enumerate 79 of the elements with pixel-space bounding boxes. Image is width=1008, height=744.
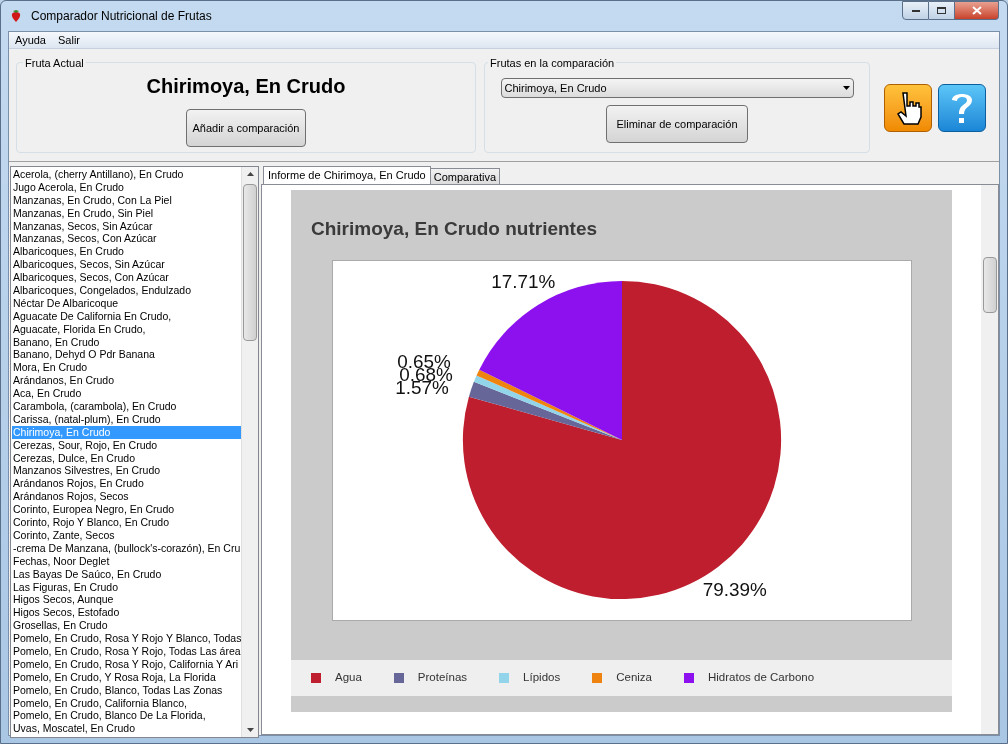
list-item[interactable]: Mora, En Crudo [12,361,241,375]
list-item[interactable]: Pomelo, En Crudo, Y Rosa Roja, La Florida [12,670,241,684]
list-item[interactable]: Grosellas, En Crudo [12,619,241,633]
scroll-down-icon[interactable] [246,728,254,732]
list-item[interactable]: Pomelo, En Crudo, Rosa Y Rojo, California Y Ari [12,657,241,671]
list-item[interactable]: Fechas, Noor Deglet [12,554,241,568]
hand-pointer-icon[interactable] [884,83,932,132]
scrollbar-thumb[interactable] [243,184,257,341]
scrollbar[interactable] [241,167,258,737]
comparison-dropdown[interactable]: Chirimoya, En Crudo [500,78,854,98]
list-item[interactable]: Pomelo, En Crudo, Blanco De La Florida, [12,709,241,723]
legend-label: Agua [335,670,362,686]
list-item[interactable]: Pomelo, En Crudo, Rosa Y Rojo, Todas Las área [12,644,241,658]
list-item[interactable]: Manzanas, En Crudo, Sin Piel [12,206,241,220]
minimize-button[interactable] [902,1,929,20]
list-item[interactable]: Néctar De Albaricoque [12,296,241,310]
list-item[interactable]: Arándanos, En Crudo [12,374,241,388]
add-button[interactable]: Añadir a comparación [186,109,306,147]
list-item[interactable]: Aguacate, Florida En Crudo, [12,322,241,336]
list-item[interactable]: Acerola, (cherry Antillano), En Crudo [12,168,241,181]
list-item[interactable]: Corinto, Zante, Secos [12,528,241,542]
list-item[interactable]: Higos Secos, Estofado [12,606,241,620]
list-item[interactable]: -crema De Manzana, (bullock's-corazón), En Cru [12,541,241,555]
list-item[interactable]: Carambola, (carambola), En Crudo [12,400,241,413]
scrollbar[interactable] [981,185,998,734]
tab[interactable]: Informe de Chirimoya, En Crudo [263,166,431,184]
list-item[interactable]: Las Bayas De Saúco, En Crudo [12,567,241,581]
tab[interactable]: Comparativa [430,168,501,184]
list-item[interactable]: Pomelo, En Crudo, Rosa Y Rojo Y Blanco, Todas [12,632,241,645]
list-item[interactable]: Aguacate De California En Crudo, [12,309,241,323]
list-item[interactable]: Aca, En Crudo [12,387,241,401]
legend-label: Ceniza [616,670,652,686]
data-label: 79.39% [702,579,767,601]
list-item[interactable]: Las Figuras, En Crudo [12,580,241,594]
list-item[interactable]: Uvas, Moscatel, En Crudo [12,722,241,736]
current-fruit-name: Chirimoya, En Crudo [146,74,346,99]
list-item[interactable]: Manzanas, En Crudo, Con La Piel [12,193,241,207]
list-item[interactable]: Albaricoques, Congelados, Endulzado [12,284,241,297]
list-item[interactable]: Banano, En Crudo [12,335,241,349]
list-item[interactable]: Jugo Acerola, En Crudo [12,180,241,194]
list-item[interactable]: Corinto, Europea Negro, En Crudo [12,503,241,517]
window-title: Comparador Nutricional de Frutas [31,8,212,25]
list-item[interactable]: Albaricoques, Secos, Sin Azúcar [12,258,241,272]
close-button[interactable] [955,1,999,20]
list-item[interactable]: Higos Secos, Aunque [12,593,241,607]
legend-label: Proteínas [417,670,468,686]
list-item[interactable]: Pomelo, En Crudo, California Blanco, [12,696,241,710]
legend-swatch [393,673,404,683]
help-icon[interactable] [938,83,986,132]
list-item[interactable]: Carissa, (natal-plum), En Crudo [12,412,241,426]
scroll-up-icon[interactable] [246,172,254,176]
chart-title: Chirimoya, En Crudo nutrientes [311,217,598,239]
menu-item[interactable]: Ayuda [9,31,52,49]
list-item[interactable]: Pomelo, En Crudo, Blanco, Todas Las Zonas [12,683,241,697]
close-icon [971,6,982,15]
legend-swatch [311,673,321,683]
list-item[interactable]: Manzanos Silvestres, En Crudo [12,464,241,478]
list-item[interactable]: Albaricoques, En Crudo [12,245,241,259]
remove-button[interactable]: Eliminar de comparación [606,105,748,143]
data-label: 17.71% [490,271,555,293]
list-item[interactable]: Cerezas, Sour, Rojo, En Crudo [12,438,241,452]
list-item[interactable]: Banano, Dehyd O Pdr Banana [12,348,241,362]
legend-label: Lípidos [523,670,561,686]
list-item[interactable]: Arándanos Rojos, En Crudo [12,477,241,491]
legend-swatch [684,673,694,683]
strawberry-icon [9,9,23,23]
list-item[interactable]: Manzanas, Secos, Con Azúcar [12,232,241,246]
list-item[interactable]: Cerezas, Dulce, En Crudo [12,451,241,465]
maximize-button[interactable] [929,1,955,20]
dropdown-arrow-icon [842,86,850,90]
legend-label: Hidratos de Carbono [708,670,815,686]
list-item[interactable]: Corinto, Rojo Y Blanco, En Crudo [12,516,241,529]
menu-item[interactable]: Salir [52,31,86,49]
legend-swatch [592,673,603,683]
scrollbar-thumb[interactable] [982,257,997,313]
legend-swatch [499,673,510,683]
list-item[interactable]: Manzanas, Secos, Sin Azúcar [12,219,241,233]
list-item[interactable]: Arándanos Rojos, Secos [12,490,241,504]
list-item[interactable]: Albaricoques, Secos, Con Azúcar [12,271,241,284]
